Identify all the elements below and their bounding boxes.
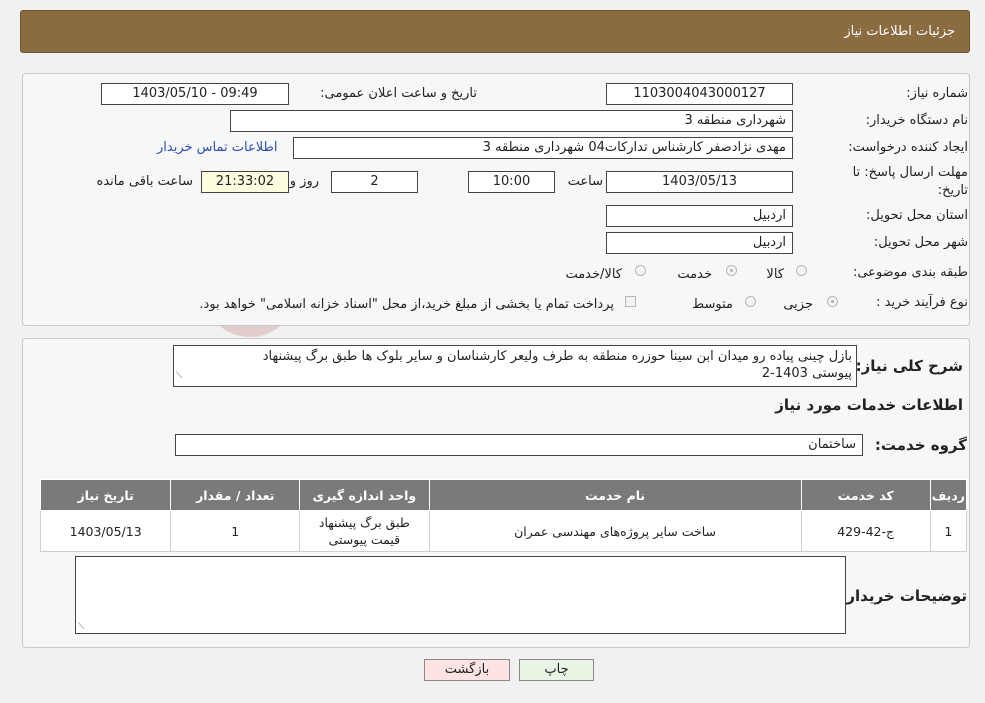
cell-row-number: 1 bbox=[929, 510, 968, 552]
province-field: اردبیل bbox=[606, 205, 793, 227]
service-group-label: گروه خدمت: bbox=[874, 436, 967, 454]
buyer-notes-label: توضیحات خریدار: bbox=[840, 587, 967, 605]
resize-handle-icon[interactable]: ⟋ bbox=[78, 622, 84, 632]
announce-datetime-label: تاریخ و ساعت اعلان عمومی: bbox=[320, 86, 477, 101]
col-service-code: کد خدمت bbox=[800, 479, 931, 511]
remaining-time-field: 21:33:02 bbox=[201, 171, 289, 193]
process-minor-label: جزیی bbox=[783, 297, 813, 312]
creator-field: مهدی نژادصفر کارشناس تدارکات04 شهرداری م… bbox=[293, 137, 793, 159]
col-unit: واحد اندازه گیری bbox=[299, 479, 430, 511]
city-field: اردبیل bbox=[606, 232, 793, 254]
process-medium-label: متوسط bbox=[692, 297, 733, 312]
province-label: استان محل تحویل: bbox=[866, 208, 968, 223]
category-service-radio[interactable] bbox=[726, 265, 737, 276]
col-quantity: تعداد / مقدار bbox=[170, 479, 301, 511]
print-button[interactable]: چاپ bbox=[519, 659, 594, 681]
cell-date: 1403/05/13 bbox=[39, 510, 172, 552]
cell-service-name: ساخت سایر پروژه‌های مهندسی عمران bbox=[428, 510, 802, 552]
creator-label: ایجاد کننده درخواست: bbox=[848, 140, 968, 155]
deadline-date-field: 1403/05/13 bbox=[606, 171, 793, 193]
table-row: 1403/05/13 1 طبق برگ پیشنهاد قیمت پیوستی… bbox=[39, 510, 968, 552]
city-label: شهر محل تحویل: bbox=[873, 235, 968, 250]
category-label: طبقه بندی موضوعی: bbox=[852, 265, 968, 280]
days-label: روز و bbox=[289, 174, 319, 189]
need-number-label: شماره نیاز: bbox=[906, 86, 968, 101]
days-remaining-field: 2 bbox=[331, 171, 418, 193]
buyer-org-label: نام دستگاه خریدار: bbox=[865, 113, 968, 128]
summary-text-line1: بازل چینی پیاده رو میدان ابن سینا حوزره … bbox=[262, 349, 852, 364]
deadline-label-date: تاریخ: bbox=[937, 183, 968, 198]
cell-service-code: ج-42-429 bbox=[800, 510, 931, 552]
service-group-field: ساختمان bbox=[175, 434, 863, 456]
category-goods-radio[interactable] bbox=[796, 265, 807, 276]
deadline-label: مهلت ارسال پاسخ: تا bbox=[852, 165, 968, 180]
buyer-contact-link[interactable]: اطلاعات تماس خریدار bbox=[157, 140, 277, 155]
services-section-title: اطلاعات خدمات مورد نیاز bbox=[775, 396, 963, 414]
page-header: جزئیات اطلاعات نیاز bbox=[20, 10, 970, 53]
col-service-name: نام خدمت bbox=[428, 479, 802, 511]
category-service-label: خدمت bbox=[677, 267, 712, 282]
buyer-org-field: شهرداری منطقه 3 bbox=[230, 110, 793, 132]
category-goods-service-label: کالا/خدمت bbox=[565, 267, 622, 282]
cell-unit: طبق برگ پیشنهاد قیمت پیوستی bbox=[299, 510, 430, 552]
treasury-payment-note: پرداخت تمام یا بخشی از مبلغ خرید،از محل … bbox=[199, 297, 614, 312]
buyer-notes-textarea: ⟋ bbox=[75, 556, 846, 634]
cell-quantity: 1 bbox=[170, 510, 301, 552]
resize-handle-icon[interactable]: ⟋ bbox=[176, 368, 182, 385]
deadline-time-label: ساعت bbox=[567, 174, 603, 189]
summary-textarea: بازل چینی پیاده رو میدان ابن سینا حوزره … bbox=[173, 345, 857, 387]
process-minor-radio[interactable] bbox=[827, 296, 838, 307]
need-number-field: 1103004043000127 bbox=[606, 83, 793, 105]
summary-label: شرح کلی نیاز: bbox=[855, 357, 963, 375]
category-goods-service-radio[interactable] bbox=[635, 265, 646, 276]
deadline-time-field: 10:00 bbox=[468, 171, 555, 193]
summary-text-line2: پیوستی 1403-2 bbox=[761, 366, 852, 381]
process-type-label: نوع فرآیند خرید : bbox=[876, 295, 968, 310]
process-medium-radio[interactable] bbox=[745, 296, 756, 307]
col-date: تاریخ نیاز bbox=[39, 479, 172, 511]
announce-datetime-field: 1403/05/10 - 09:49 bbox=[101, 83, 289, 105]
col-row-number: ردیف bbox=[929, 479, 968, 511]
table-header-row: تاریخ نیاز تعداد / مقدار واحد اندازه گیر… bbox=[39, 479, 968, 511]
treasury-payment-checkbox[interactable] bbox=[625, 296, 636, 307]
remaining-time-label: ساعت باقی مانده bbox=[96, 174, 193, 189]
category-goods-label: کالا bbox=[766, 267, 784, 282]
back-button[interactable]: بازگشت bbox=[424, 659, 510, 681]
services-table: تاریخ نیاز تعداد / مقدار واحد اندازه گیر… bbox=[39, 479, 968, 552]
page-title: جزئیات اطلاعات نیاز bbox=[844, 24, 955, 39]
